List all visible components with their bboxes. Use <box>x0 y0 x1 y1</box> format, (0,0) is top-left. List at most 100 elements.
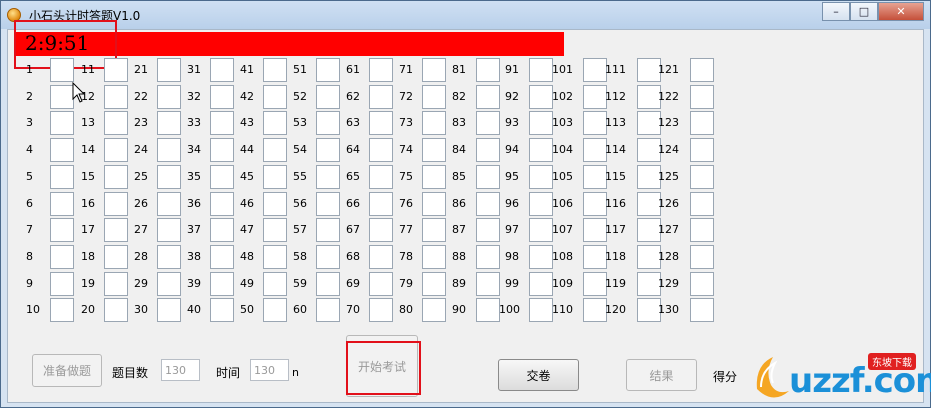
prepare-button[interactable]: 准备做题 <box>32 354 102 387</box>
answer-input[interactable] <box>529 298 553 323</box>
answer-input[interactable] <box>316 271 340 296</box>
start-exam-button[interactable]: 开始考试 <box>346 335 418 397</box>
answer-input[interactable] <box>50 138 74 163</box>
answer-input[interactable] <box>369 298 393 323</box>
answer-input[interactable] <box>157 111 181 136</box>
answer-input[interactable] <box>422 138 446 163</box>
answer-input[interactable] <box>690 58 714 82</box>
answer-input[interactable] <box>50 84 74 109</box>
answer-input[interactable] <box>476 58 500 82</box>
answer-input[interactable] <box>369 58 393 82</box>
answer-input[interactable] <box>104 298 128 323</box>
answer-input[interactable] <box>50 271 74 296</box>
answer-input[interactable] <box>369 218 393 243</box>
answer-input[interactable] <box>316 298 340 323</box>
title-bar[interactable]: 小石头计时答题V1.0 – □ ✕ <box>1 1 930 29</box>
answer-input[interactable] <box>583 298 607 323</box>
answer-input[interactable] <box>583 84 607 109</box>
answer-input[interactable] <box>476 298 500 323</box>
answer-input[interactable] <box>690 84 714 109</box>
answer-input[interactable] <box>422 298 446 323</box>
answer-input[interactable] <box>529 244 553 269</box>
answer-input[interactable] <box>422 164 446 189</box>
answer-input[interactable] <box>263 271 287 296</box>
answer-input[interactable] <box>369 138 393 163</box>
answer-input[interactable] <box>422 111 446 136</box>
answer-input[interactable] <box>369 111 393 136</box>
answer-input[interactable] <box>157 298 181 323</box>
answer-input[interactable] <box>104 164 128 189</box>
answer-input[interactable] <box>529 84 553 109</box>
answer-input[interactable] <box>690 298 714 323</box>
answer-input[interactable] <box>316 218 340 243</box>
answer-input[interactable] <box>422 218 446 243</box>
maximize-button[interactable]: □ <box>850 2 878 21</box>
answer-input[interactable] <box>583 111 607 136</box>
answer-input[interactable] <box>583 218 607 243</box>
question-count-input[interactable] <box>161 359 200 381</box>
answer-input[interactable] <box>104 138 128 163</box>
answer-input[interactable] <box>50 191 74 216</box>
answer-input[interactable] <box>316 58 340 82</box>
answer-input[interactable] <box>316 138 340 163</box>
answer-input[interactable] <box>316 244 340 269</box>
answer-input[interactable] <box>476 164 500 189</box>
answer-input[interactable] <box>583 244 607 269</box>
answer-input[interactable] <box>529 138 553 163</box>
answer-input[interactable] <box>476 191 500 216</box>
answer-input[interactable] <box>476 138 500 163</box>
answer-input[interactable] <box>157 138 181 163</box>
answer-input[interactable] <box>529 111 553 136</box>
answer-input[interactable] <box>50 58 74 82</box>
answer-input[interactable] <box>210 244 234 269</box>
answer-input[interactable] <box>316 84 340 109</box>
answer-input[interactable] <box>316 191 340 216</box>
answer-input[interactable] <box>583 191 607 216</box>
answer-input[interactable] <box>263 218 287 243</box>
answer-input[interactable] <box>157 164 181 189</box>
answer-input[interactable] <box>422 58 446 82</box>
answer-input[interactable] <box>263 191 287 216</box>
answer-input[interactable] <box>263 298 287 323</box>
answer-input[interactable] <box>476 111 500 136</box>
answer-input[interactable] <box>50 244 74 269</box>
answer-input[interactable] <box>263 84 287 109</box>
answer-input[interactable] <box>157 244 181 269</box>
answer-input[interactable] <box>263 58 287 82</box>
answer-input[interactable] <box>583 271 607 296</box>
answer-input[interactable] <box>529 164 553 189</box>
answer-input[interactable] <box>690 271 714 296</box>
answer-input[interactable] <box>369 244 393 269</box>
answer-input[interactable] <box>263 164 287 189</box>
time-input[interactable] <box>250 359 289 381</box>
answer-input[interactable] <box>690 138 714 163</box>
answer-input[interactable] <box>529 58 553 82</box>
answer-input[interactable] <box>316 164 340 189</box>
answer-input[interactable] <box>422 84 446 109</box>
close-button[interactable]: ✕ <box>878 2 924 21</box>
answer-input[interactable] <box>210 298 234 323</box>
answer-input[interactable] <box>104 271 128 296</box>
answer-input[interactable] <box>369 271 393 296</box>
answer-input[interactable] <box>104 244 128 269</box>
answer-input[interactable] <box>583 164 607 189</box>
answer-input[interactable] <box>157 191 181 216</box>
answer-input[interactable] <box>369 191 393 216</box>
answer-input[interactable] <box>104 84 128 109</box>
answer-input[interactable] <box>50 164 74 189</box>
answer-input[interactable] <box>369 84 393 109</box>
answer-input[interactable] <box>529 191 553 216</box>
answer-input[interactable] <box>422 244 446 269</box>
answer-input[interactable] <box>476 244 500 269</box>
answer-input[interactable] <box>690 218 714 243</box>
answer-input[interactable] <box>210 271 234 296</box>
answer-input[interactable] <box>104 218 128 243</box>
answer-input[interactable] <box>210 58 234 82</box>
answer-input[interactable] <box>529 218 553 243</box>
answer-input[interactable] <box>210 84 234 109</box>
answer-input[interactable] <box>583 58 607 82</box>
answer-input[interactable] <box>50 111 74 136</box>
answer-input[interactable] <box>210 111 234 136</box>
answer-input[interactable] <box>690 191 714 216</box>
answer-input[interactable] <box>263 138 287 163</box>
